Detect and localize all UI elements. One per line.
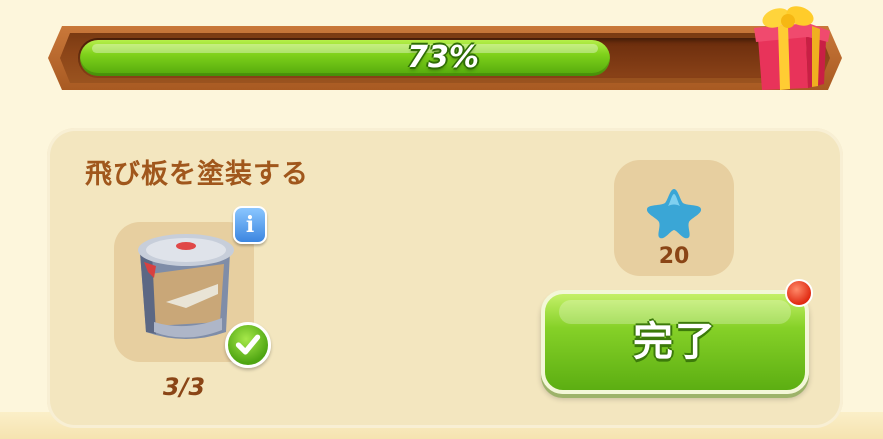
complete-button[interactable]: 完了 <box>541 290 809 394</box>
reward-amount: 20 <box>658 244 690 269</box>
info-button[interactable]: i <box>233 206 267 244</box>
complete-button-label: 完了 <box>633 319 717 365</box>
item-count-label: 3/3 <box>162 373 206 401</box>
blue-star-icon <box>646 189 702 239</box>
progress-percent-label: 73% <box>407 40 479 75</box>
gift-box-icon[interactable] <box>750 4 832 90</box>
task-title: 飛び板を塗装する <box>85 159 309 190</box>
checkmark-icon <box>225 322 271 368</box>
notification-dot-icon <box>785 279 813 307</box>
